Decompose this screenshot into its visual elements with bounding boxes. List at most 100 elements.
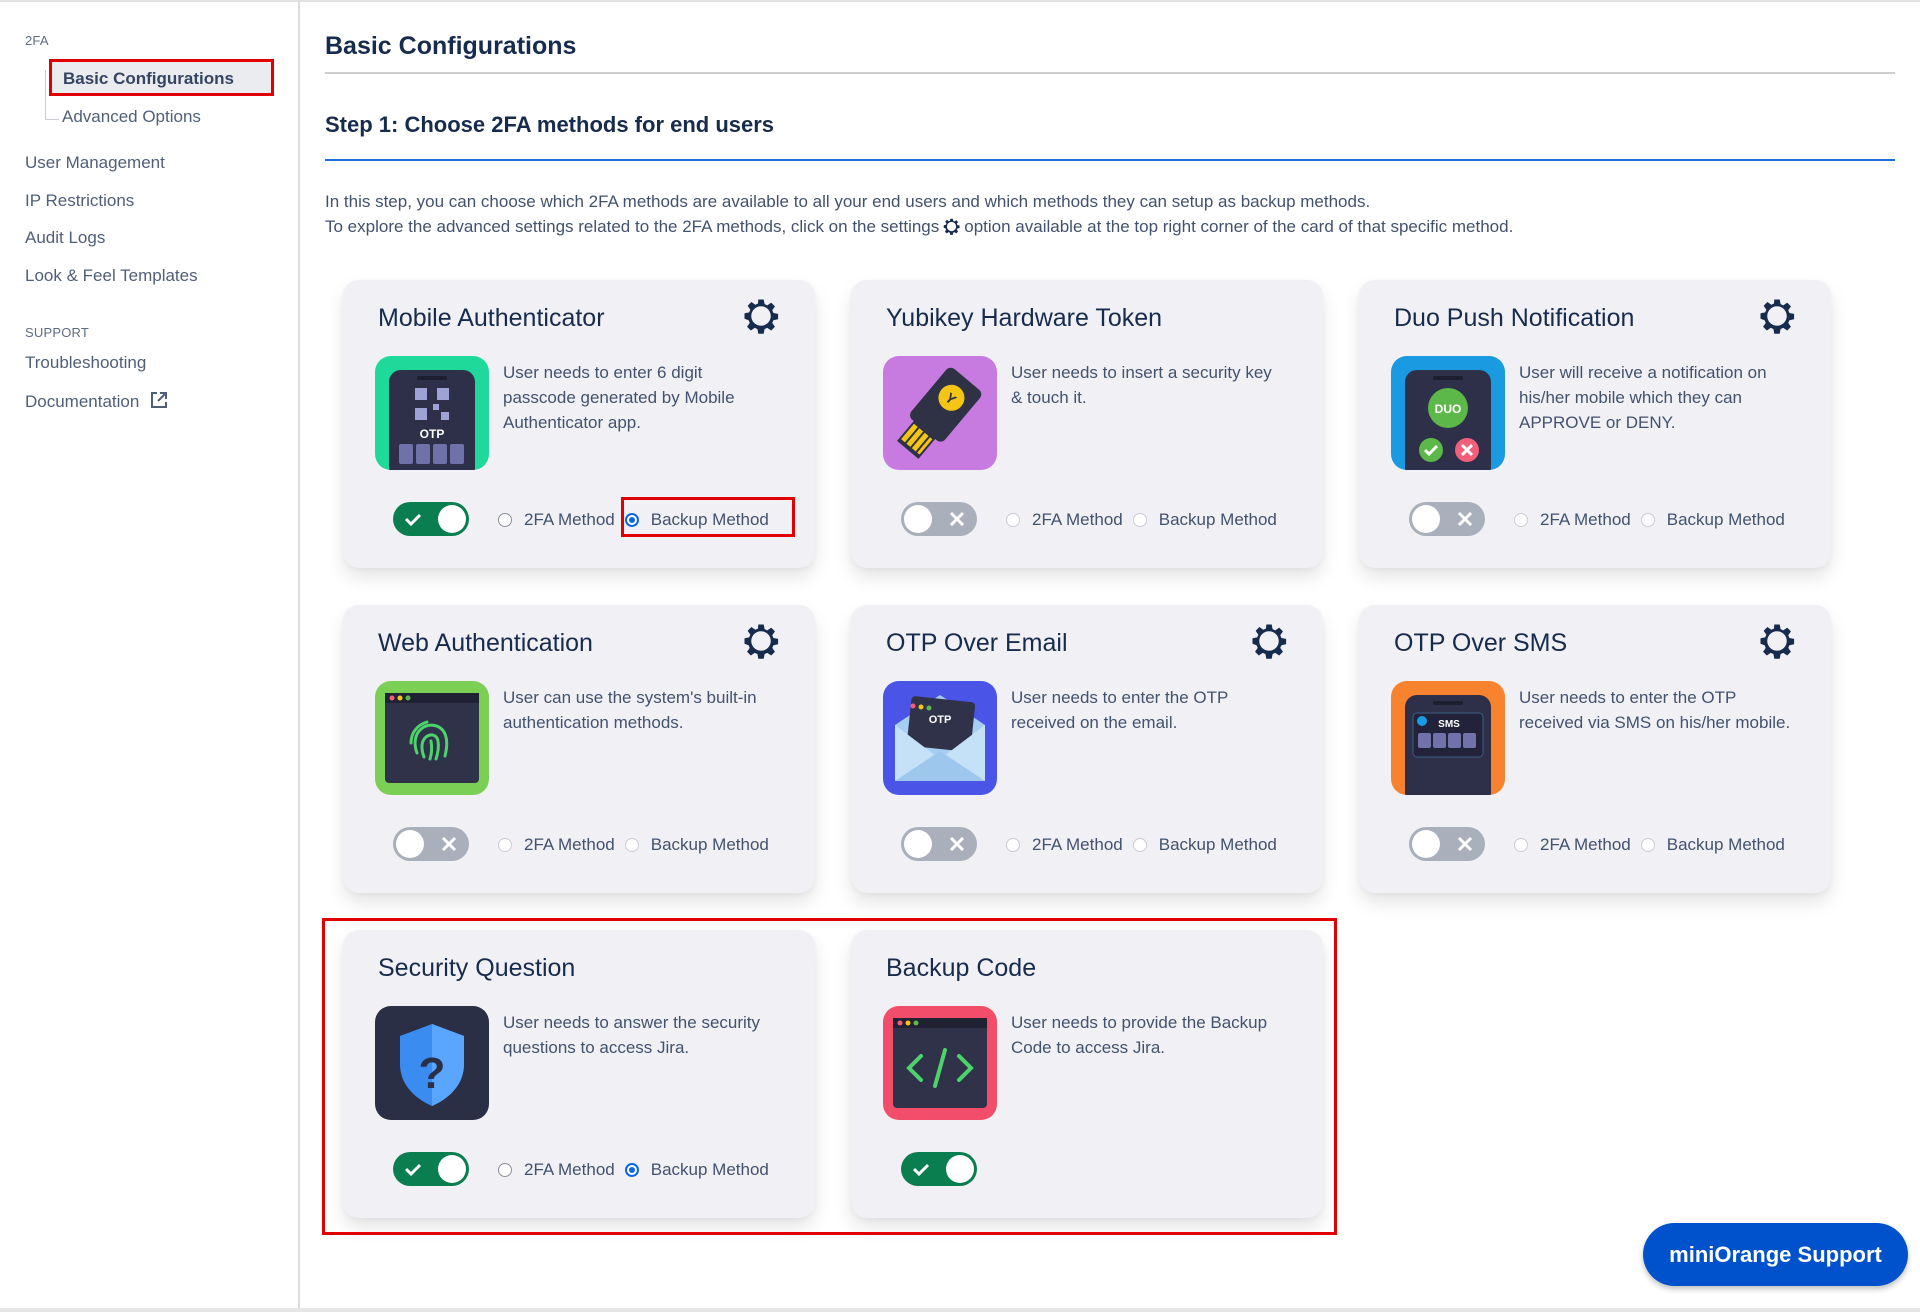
card-title: Duo Push Notification <box>1394 304 1635 332</box>
close-icon <box>949 511 965 527</box>
card-description: User will receive a notification on his/… <box>1519 363 1767 432</box>
radio-2fa-method[interactable]: 2FA Method <box>498 510 615 530</box>
method-type-radios: 2FA Method Backup Method <box>498 831 779 859</box>
shield-question-icon: ? <box>375 1006 489 1120</box>
title-divider <box>325 72 1895 74</box>
gear-icon[interactable] <box>1251 623 1287 659</box>
radio-button[interactable] <box>498 838 512 852</box>
intro-text: In this step, you can choose which 2FA m… <box>325 189 1513 239</box>
enable-toggle[interactable] <box>1409 827 1485 861</box>
method-type-radios: 2FA Method Backup Method <box>1006 831 1287 859</box>
duo-phone-icon: DUO <box>1391 356 1505 470</box>
radio-2fa-method[interactable]: 2FA Method <box>498 1160 615 1180</box>
method-card: Mobile Authenticator OTP User needs to ent… <box>343 280 815 568</box>
enable-toggle[interactable] <box>901 827 977 861</box>
sidebar-item-audit-logs[interactable]: Audit Logs <box>25 228 105 248</box>
radio-backup-method[interactable]: Backup Method <box>624 835 769 855</box>
external-link-icon <box>151 392 168 408</box>
svg-text:DUO: DUO <box>1435 402 1462 416</box>
radio-backup-method[interactable]: Backup Method <box>1640 510 1785 530</box>
radio-2fa-method[interactable]: 2FA Method <box>1006 835 1123 855</box>
step-title: Step 1: Choose 2FA methods for end users <box>325 112 775 137</box>
radio-button[interactable] <box>1132 838 1147 852</box>
sidebar-item-troubleshooting[interactable]: Troubleshooting <box>25 353 146 373</box>
gear-icon[interactable] <box>1759 298 1795 334</box>
radio-button[interactable] <box>1640 513 1655 527</box>
toggle-knob <box>438 1155 466 1183</box>
enable-toggle[interactable] <box>901 1152 977 1186</box>
radio-button[interactable] <box>1514 513 1528 527</box>
toggle-knob <box>946 1155 974 1183</box>
radio-backup-method[interactable]: Backup Method <box>1640 835 1785 855</box>
method-type-radios: 2FA Method Backup Method <box>1514 506 1795 534</box>
radio-backup-method[interactable]: Backup Method <box>1132 510 1277 530</box>
card-description: User needs to enter the OTP received on … <box>1011 688 1229 732</box>
card-description: User needs to enter 6 digit passcode gen… <box>503 363 735 432</box>
sidebar-item-basic-configurations[interactable]: Basic Configurations <box>49 59 274 96</box>
card-description: User needs to answer the security questi… <box>503 1013 761 1057</box>
card-title: Security Question <box>378 954 576 982</box>
radio-backup-method[interactable]: Backup Method <box>1132 835 1277 855</box>
radio-button[interactable] <box>1132 513 1147 527</box>
radio-2fa-method[interactable]: 2FA Method <box>1514 835 1631 855</box>
radio-button[interactable] <box>1640 838 1655 852</box>
gear-icon[interactable] <box>743 623 779 659</box>
radio-button[interactable] <box>1006 838 1020 852</box>
enable-toggle[interactable] <box>393 1152 469 1186</box>
method-type-radios: 2FA Method Backup Method <box>1006 506 1287 534</box>
gear-icon <box>943 218 960 235</box>
radio-button[interactable] <box>624 1163 639 1177</box>
svg-text:OTP: OTP <box>420 427 445 441</box>
method-type-radios: 2FA Method Backup Method <box>498 1156 779 1184</box>
enable-toggle[interactable] <box>901 502 977 536</box>
enable-toggle[interactable] <box>393 827 469 861</box>
toggle-knob <box>904 505 932 533</box>
fingerprint-icon <box>375 681 489 795</box>
enable-toggle[interactable] <box>1409 502 1485 536</box>
sidebar-item-advanced-options[interactable]: Advanced Options <box>62 107 201 127</box>
radio-backup-method[interactable]: Backup Method <box>624 510 769 530</box>
close-icon <box>441 836 457 852</box>
method-card: Duo Push Notification DUO User will receiv… <box>1359 280 1831 568</box>
close-icon <box>1457 511 1473 527</box>
radio-button[interactable] <box>624 838 639 852</box>
card-title: Backup Code <box>886 954 1037 982</box>
sidebar-item-label: Basic Configurations <box>63 69 234 88</box>
sidebar-item-user-management[interactable]: User Management <box>25 153 165 173</box>
svg-text:?: ? <box>419 1049 446 1098</box>
method-card: Yubikey Hardware Token Y User needs to ins… <box>851 280 1323 568</box>
radio-button[interactable] <box>498 513 512 527</box>
usb-key-icon: Y <box>883 356 997 470</box>
documentation-label: Documentation <box>25 392 140 411</box>
step-divider <box>325 159 1895 161</box>
radio-button[interactable] <box>1514 838 1528 852</box>
toggle-knob <box>1412 830 1440 858</box>
gear-icon[interactable] <box>743 298 779 334</box>
sidebar-item-look-feel-templates[interactable]: Look & Feel Templates <box>25 266 198 286</box>
card-description: User can use the system's built-in authe… <box>503 688 757 732</box>
sms-otp-icon: SMS <box>1391 681 1505 795</box>
sidebar-item-documentation[interactable]: Documentation <box>25 391 168 412</box>
radio-button[interactable] <box>1006 513 1020 527</box>
radio-button[interactable] <box>498 1163 512 1177</box>
page-title: Basic Configurations <box>325 32 577 60</box>
svg-text:SMS: SMS <box>1438 719 1460 730</box>
sidebar-item-ip-restrictions[interactable]: IP Restrictions <box>25 191 134 211</box>
radio-2fa-method[interactable]: 2FA Method <box>1514 510 1631 530</box>
intro-line-2: To explore the advanced settings related… <box>325 217 1514 236</box>
svg-text:OTP: OTP <box>929 714 952 726</box>
card-title: Mobile Authenticator <box>378 304 605 332</box>
card-description: User needs to enter the OTP received via… <box>1519 688 1791 732</box>
enable-toggle[interactable] <box>393 502 469 536</box>
radio-backup-method[interactable]: Backup Method <box>624 1160 769 1180</box>
toggle-knob <box>438 505 466 533</box>
radio-button[interactable] <box>624 513 639 527</box>
minorange-support-button[interactable]: miniOrange Support <box>1643 1223 1908 1286</box>
check-icon <box>404 513 422 527</box>
radio-2fa-method[interactable]: 2FA Method <box>498 835 615 855</box>
sidebar-section-2fa: 2FA <box>25 33 49 48</box>
radio-2fa-method[interactable]: 2FA Method <box>1006 510 1123 530</box>
sidebar: 2FA Basic Configurations Advanced Option… <box>0 0 300 1308</box>
intro-line-1: In this step, you can choose which 2FA m… <box>325 192 1371 211</box>
gear-icon[interactable] <box>1759 623 1795 659</box>
